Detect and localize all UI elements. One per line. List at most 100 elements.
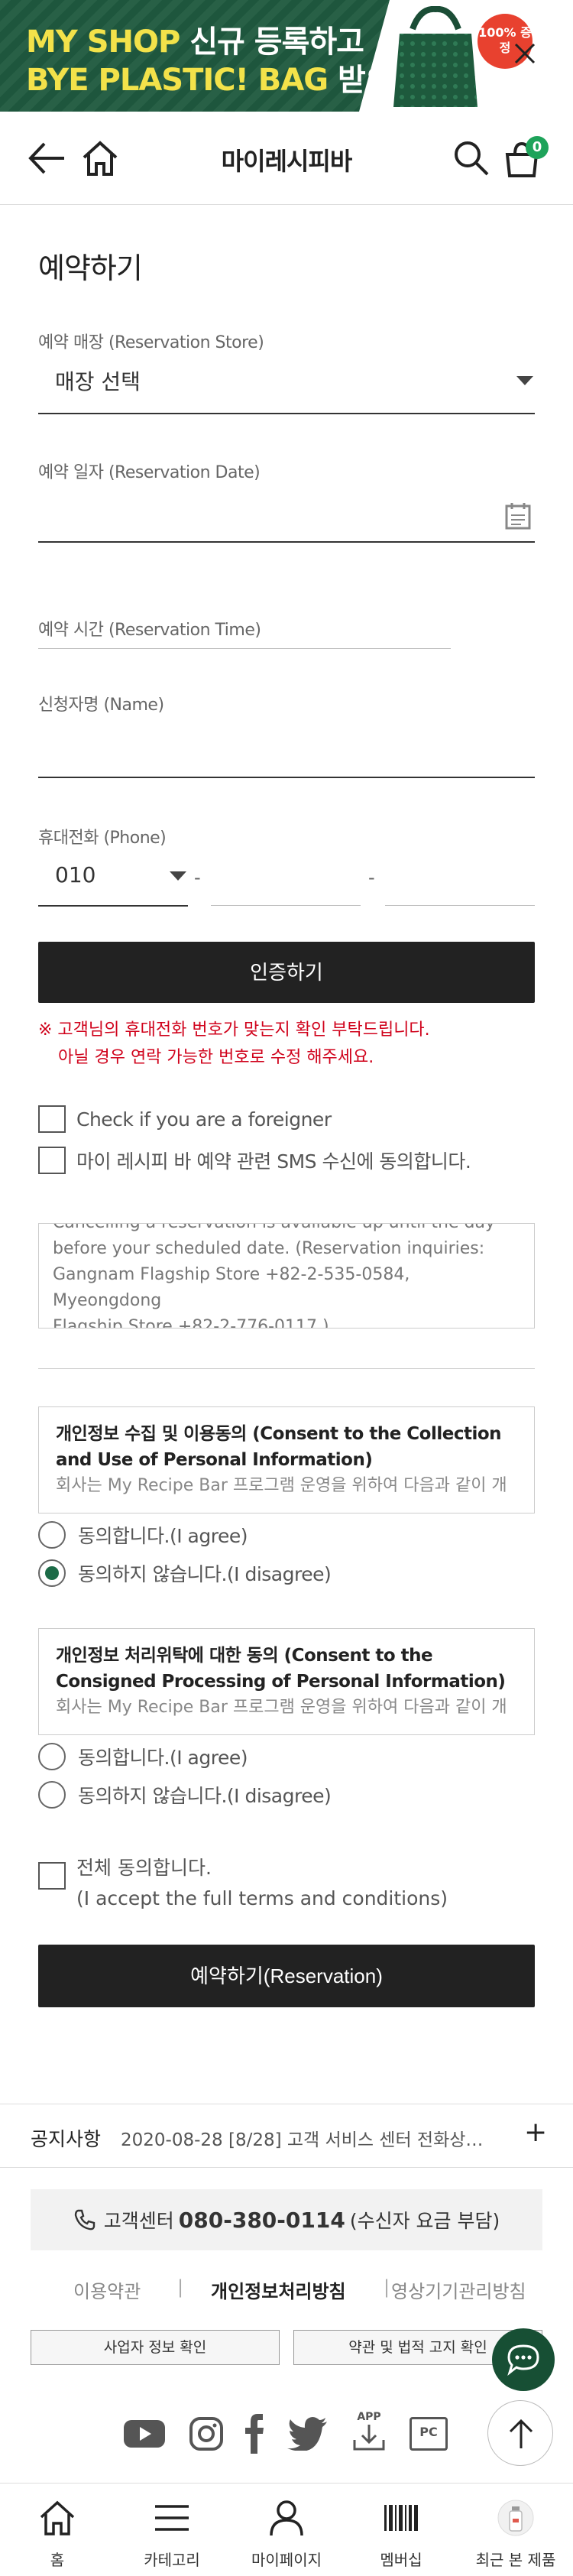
search-icon[interactable] bbox=[452, 139, 490, 177]
privacy-policy-link[interactable]: 개인정보처리방침 bbox=[211, 2276, 346, 2303]
accept-all-checkbox[interactable] bbox=[38, 1862, 66, 1890]
name-label: 신청자명 (Name) bbox=[38, 696, 164, 715]
time-select[interactable] bbox=[38, 648, 451, 649]
consent2-disagree-row[interactable]: 동의하지 않습니다.(I disagree) bbox=[38, 1781, 332, 1809]
home-icon bbox=[40, 2500, 75, 2535]
notice-text[interactable]: 2020-08-28 [8/28] 고객 서비스 센터 전화상… bbox=[121, 2125, 495, 2151]
phone-last-input[interactable] bbox=[385, 905, 535, 906]
app-label: APP bbox=[357, 2411, 381, 2423]
reservation-submit-button[interactable]: 예약하기(Reservation) bbox=[38, 1945, 535, 2007]
consent1-agree-row[interactable]: 동의합니다.(I agree) bbox=[38, 1521, 248, 1549]
tab-category-label: 카테고리 bbox=[144, 2551, 200, 2569]
tab-mypage-label: 마이페이지 bbox=[251, 2551, 322, 2569]
scroll-top-button[interactable] bbox=[487, 2400, 553, 2466]
tab-recent[interactable]: 최근 본 제품 bbox=[458, 2484, 573, 2576]
footer-links: 이용약관 | 개인정보처리방침 | 영상기기관리방침 bbox=[0, 2276, 573, 2307]
consent2-agree-row[interactable]: 동의합니다.(I agree) bbox=[38, 1743, 248, 1770]
pc-version-icon[interactable]: PC bbox=[410, 2417, 448, 2451]
recent-product-thumbnail bbox=[497, 2500, 534, 2536]
date-label: 예약 일자 (Reservation Date) bbox=[38, 463, 261, 482]
time-label: 예약 시간 (Reservation Time) bbox=[38, 621, 261, 640]
tab-home-label: 홈 bbox=[50, 2551, 65, 2569]
top-header: 마이레시피바 0 bbox=[0, 112, 573, 205]
phone-label: 휴대전화 (Phone) bbox=[38, 829, 167, 848]
instagram-icon[interactable] bbox=[188, 2415, 225, 2452]
store-label: 예약 매장 (Reservation Store) bbox=[38, 333, 264, 352]
info-text-line: Gangnam Flagship Store +82-2-535-0584, M… bbox=[53, 1265, 410, 1310]
facebook-icon[interactable] bbox=[243, 2414, 266, 2454]
consent1-agree-label: 동의합니다.(I agree) bbox=[78, 1525, 248, 1547]
chat-button[interactable] bbox=[492, 2328, 555, 2391]
foreigner-label: Check if you are a foreigner bbox=[76, 1108, 332, 1131]
business-info-button[interactable]: 사업자 정보 확인 bbox=[31, 2330, 280, 2365]
phone-notice-line-2: 아닐 경우 연락 가능한 번호로 수정 해주세요. bbox=[58, 1048, 374, 1067]
calendar-icon[interactable] bbox=[504, 501, 532, 530]
tab-membership[interactable]: 멤버십 bbox=[344, 2484, 458, 2576]
terms-link[interactable]: 이용약관 bbox=[73, 2276, 141, 2303]
consent-consigned-title: 개인정보 처리위탁에 대한 동의 (Consent to the Consign… bbox=[56, 1646, 506, 1692]
arrow-up-icon bbox=[509, 2419, 533, 2448]
pc-label: PC bbox=[419, 2425, 438, 2439]
consent2-disagree-radio[interactable] bbox=[38, 1781, 66, 1809]
chevron-down-icon[interactable] bbox=[516, 376, 533, 385]
phone-prefix-underline bbox=[38, 905, 188, 907]
consent1-disagree-label: 동의하지 않습니다.(I disagree) bbox=[78, 1563, 332, 1585]
foreigner-checkbox-row[interactable]: Check if you are a foreigner bbox=[38, 1105, 332, 1133]
phone-dash-1: - bbox=[194, 867, 201, 888]
notice-bar[interactable]: 공지사항 2020-08-28 [8/28] 고객 서비스 센터 전화상… + bbox=[0, 2104, 573, 2168]
store-select-underline bbox=[38, 413, 535, 414]
name-input[interactable] bbox=[38, 777, 535, 778]
store-select[interactable]: 매장 선택 bbox=[55, 365, 141, 396]
sms-checkbox-row[interactable]: 마이 레시피 바 예약 관련 SMS 수신에 동의합니다. bbox=[38, 1147, 471, 1174]
customer-center-box[interactable]: 고객센터 080-380-0114 (수신자 요금 부담) bbox=[31, 2189, 542, 2250]
phone-middle-input[interactable] bbox=[211, 905, 361, 906]
tab-recent-label: 최근 본 제품 bbox=[475, 2551, 556, 2569]
consent-collection-title: 개인정보 수집 및 이용동의 (Consent to the Collectio… bbox=[56, 1424, 502, 1470]
phone-notice: ※ 고객님의 휴대전화 번호가 맞는지 확인 부탁드립니다. 아닐 경우 연락 … bbox=[38, 1017, 430, 1072]
accept-all-label-2: (I accept the full terms and conditions) bbox=[76, 1887, 448, 1909]
phone-notice-line-1: ※ 고객님의 휴대전화 번호가 맞는지 확인 부탁드립니다. bbox=[38, 1020, 430, 1040]
cs-label: 고객센터 bbox=[103, 2210, 174, 2232]
consent1-agree-radio[interactable] bbox=[38, 1521, 66, 1549]
plus-icon[interactable]: + bbox=[524, 2117, 547, 2148]
tab-membership-label: 멤버십 bbox=[380, 2551, 422, 2569]
menu-icon bbox=[155, 2505, 189, 2531]
reservation-info-textbox[interactable]: Cancelling a reservation is available up… bbox=[38, 1223, 535, 1329]
consent-consigned-body: 회사는 My Recipe Bar 프로그램 운영을 위하여 다음과 같이 개 bbox=[56, 1698, 507, 1717]
consent-consigned-box[interactable]: 개인정보 처리위탁에 대한 동의 (Consent to the Consign… bbox=[38, 1628, 535, 1735]
cart-count-badge: 0 bbox=[526, 136, 549, 159]
chat-bubble-icon bbox=[507, 2344, 539, 2376]
consent-collection-box[interactable]: 개인정보 수집 및 이용동의 (Consent to the Collectio… bbox=[38, 1406, 535, 1513]
consent1-disagree-radio[interactable] bbox=[38, 1559, 66, 1587]
link-separator: | bbox=[177, 2276, 184, 2298]
sms-consent-checkbox[interactable] bbox=[38, 1147, 66, 1174]
close-icon[interactable] bbox=[508, 37, 542, 70]
app-download-icon[interactable]: APP bbox=[350, 2411, 388, 2454]
cs-note: (수신자 요금 부담) bbox=[349, 2210, 500, 2232]
youtube-icon[interactable] bbox=[122, 2419, 167, 2449]
cs-number: 080-380-0114 bbox=[178, 2207, 345, 2233]
twitter-icon[interactable] bbox=[287, 2417, 329, 2451]
phone-prefix-select[interactable]: 010 bbox=[55, 862, 96, 887]
video-policy-link[interactable]: 영상기기관리방침 bbox=[391, 2276, 526, 2303]
barcode-icon bbox=[384, 2505, 418, 2531]
verify-button[interactable]: 인증하기 bbox=[38, 942, 535, 1003]
page-title: 예약하기 bbox=[38, 251, 143, 285]
bottom-tab-bar: 홈 카테고리 마이페이지 멤버십 최근 본 제품 bbox=[0, 2483, 573, 2576]
info-text-line: Cancelling a reservation is available up… bbox=[53, 1224, 520, 1236]
download-icon bbox=[353, 2425, 385, 2451]
phone-dash-2: - bbox=[368, 867, 375, 888]
tab-home[interactable]: 홈 bbox=[0, 2484, 115, 2576]
chevron-down-icon[interactable] bbox=[170, 871, 186, 881]
foreigner-checkbox[interactable] bbox=[38, 1105, 66, 1133]
notice-title: 공지사항 bbox=[31, 2128, 102, 2150]
date-input[interactable] bbox=[38, 541, 535, 543]
user-icon bbox=[270, 2500, 303, 2536]
shopping-bag-image bbox=[393, 6, 478, 107]
tab-category[interactable]: 카테고리 bbox=[115, 2484, 229, 2576]
consent1-disagree-row[interactable]: 동의하지 않습니다.(I disagree) bbox=[38, 1559, 332, 1587]
tab-mypage[interactable]: 마이페이지 bbox=[229, 2484, 344, 2576]
promo-banner[interactable]: MY SHOP 신규 등록하고 BYE PLASTIC! BAG 받으세요! 1… bbox=[0, 0, 573, 112]
consent2-agree-radio[interactable] bbox=[38, 1743, 66, 1770]
sms-consent-label: 마이 레시피 바 예약 관련 SMS 수신에 동의합니다. bbox=[76, 1150, 471, 1173]
